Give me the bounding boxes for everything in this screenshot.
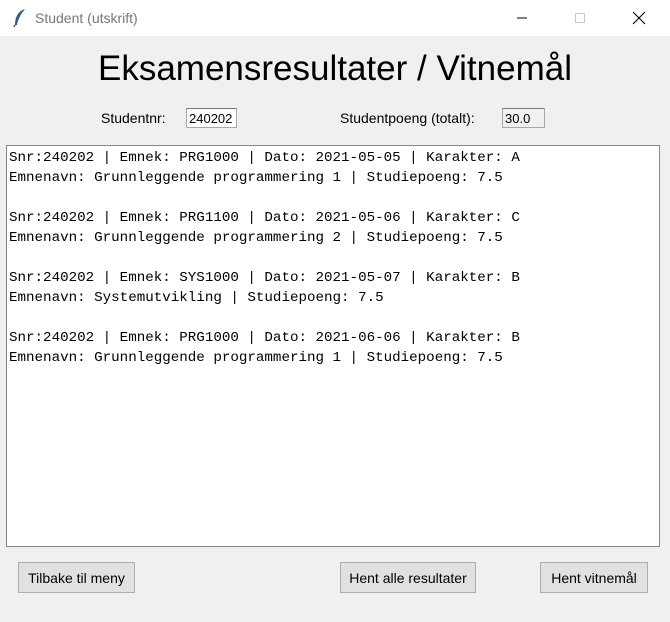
result-line: Emnenavn: Systemutvikling | Studiepoeng:… (9, 290, 384, 306)
back-to-menu-button[interactable]: Tilbake til meny (18, 562, 135, 593)
close-icon (632, 11, 646, 25)
result-line: Emnenavn: Grunnleggende programmering 1 … (9, 170, 503, 186)
result-line: Snr:240202 | Emnek: SYS1000 | Dato: 2021… (9, 270, 520, 286)
fetch-diploma-button[interactable]: Hent vitnemål (540, 562, 648, 593)
student-points-field[interactable]: 30.0 (502, 108, 545, 128)
student-nr-field[interactable]: 240202 (186, 108, 237, 128)
maximize-button[interactable] (557, 0, 603, 36)
result-line: Snr:240202 | Emnek: PRG1000 | Dato: 2021… (9, 330, 520, 346)
fetch-all-results-button[interactable]: Hent alle resultater (340, 562, 476, 593)
result-line: Snr:240202 | Emnek: PRG1100 | Dato: 2021… (9, 210, 520, 226)
result-entry: Snr:240202 | Emnek: SYS1000 | Dato: 2021… (9, 268, 657, 328)
student-points-label: Studentpoeng (totalt): (340, 110, 475, 126)
result-line: Snr:240202 | Emnek: PRG1000 | Dato: 2021… (9, 150, 520, 166)
window-title: Student (utskrift) (35, 10, 138, 26)
maximize-icon (575, 13, 585, 23)
result-entry: Snr:240202 | Emnek: PRG1000 | Dato: 2021… (9, 148, 657, 208)
feather-icon (12, 8, 28, 28)
minimize-icon (517, 17, 527, 19)
result-entry: Snr:240202 | Emnek: PRG1100 | Dato: 2021… (9, 208, 657, 268)
result-line: Emnenavn: Grunnleggende programmering 2 … (9, 230, 503, 246)
result-entry: Snr:240202 | Emnek: PRG1000 | Dato: 2021… (9, 328, 657, 368)
results-text-area[interactable]: Snr:240202 | Emnek: PRG1000 | Dato: 2021… (6, 145, 660, 547)
page-title: Eksamensresultater / Vitnemål (97, 49, 572, 88)
result-line: Emnenavn: Grunnleggende programmering 1 … (9, 350, 503, 366)
title-bar: Student (utskrift) (0, 0, 670, 36)
minimize-button[interactable] (499, 0, 545, 36)
close-button[interactable] (616, 0, 662, 36)
student-nr-label: Studentnr: (101, 110, 166, 126)
